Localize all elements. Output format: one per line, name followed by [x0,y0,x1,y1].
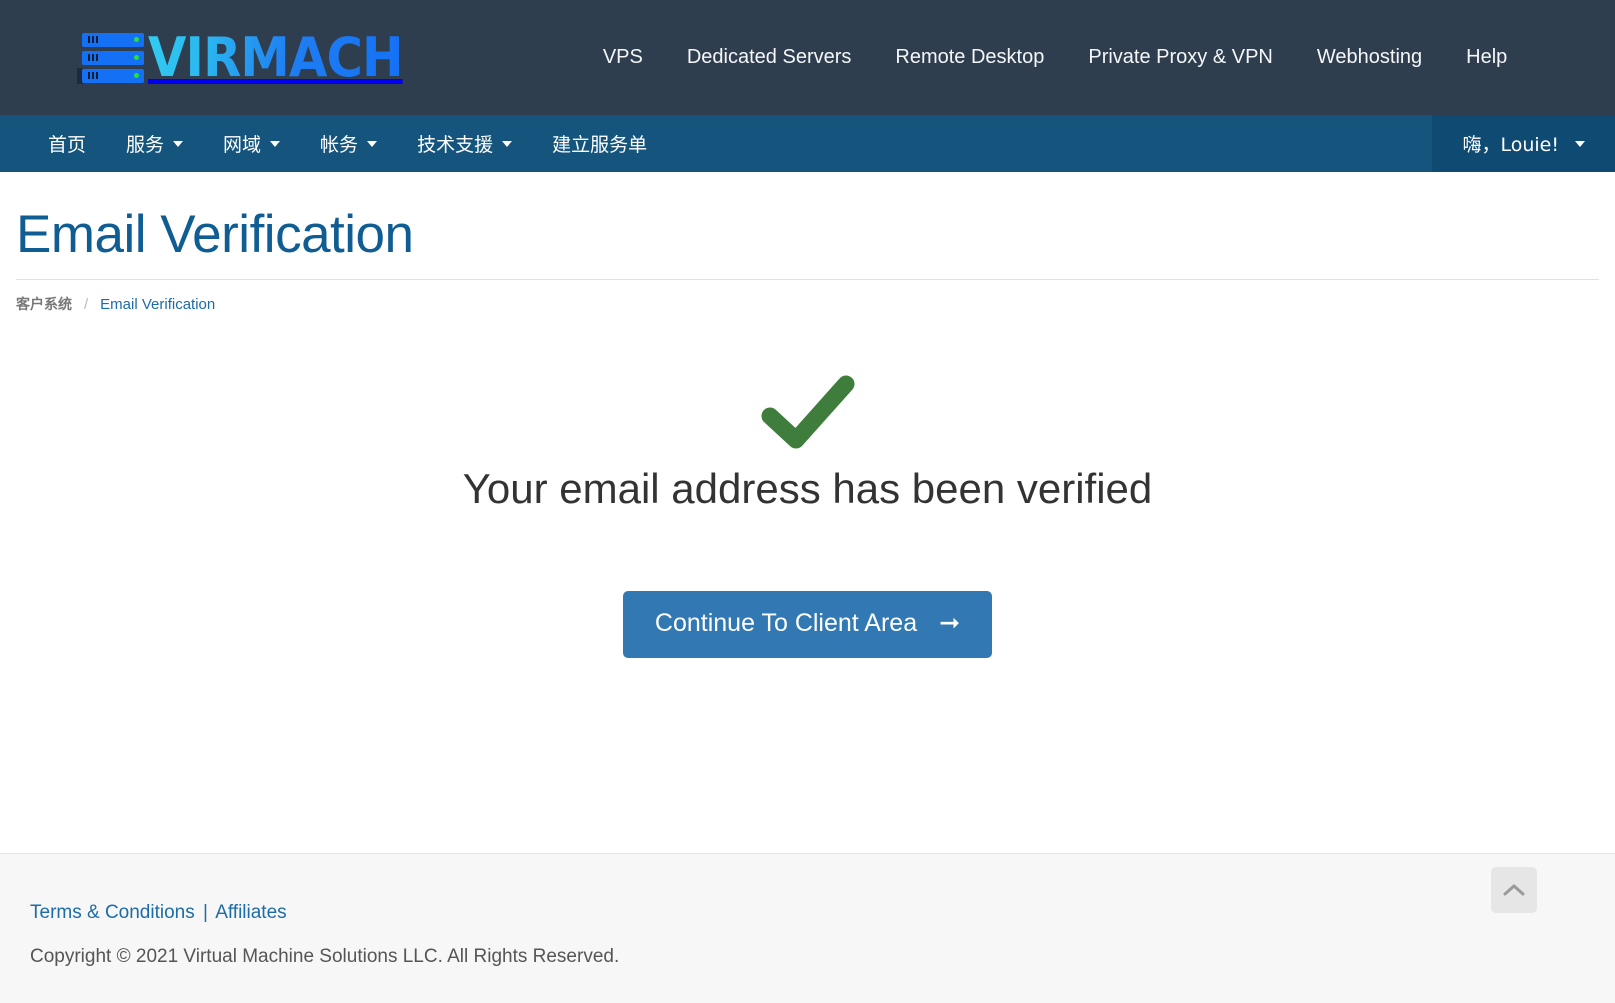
affiliates-link[interactable]: Affiliates [215,902,286,923]
footer-links: Terms & Conditions | Affiliates [30,902,1615,924]
nav-item-webhosting[interactable]: Webhosting [1317,46,1422,69]
terms-and-conditions-link[interactable]: Terms & Conditions [30,902,195,923]
nav-item-remote-desktop[interactable]: Remote Desktop [895,46,1044,69]
site-header: VIRMACH VPS Dedicated Servers Remote Des… [0,0,1615,115]
verification-result: Your email address has been verified Con… [16,322,1599,658]
nav-item-dedicated-servers[interactable]: Dedicated Servers [687,46,852,69]
title-divider [16,279,1599,280]
verification-message: Your email address has been verified [462,465,1153,512]
breadcrumb: 客户系统 / Email Verification [16,294,1599,322]
copyright-text: Copyright © 2021 Virtual Machine Solutio… [30,946,620,967]
scroll-to-top-button[interactable] [1491,867,1537,913]
client-area-nav: 首页 服务 网域 帐务 技术支援 建立服务单 嗨，Louie! [0,115,1615,172]
breadcrumb-root: 客户系统 [16,297,72,313]
primary-nav: VPS Dedicated Servers Remote Desktop Pri… [603,46,1507,69]
page-title: Email Verification [16,205,414,264]
subnav-item-label: 首页 [48,134,87,156]
breadcrumb-current[interactable]: Email Verification [100,296,215,313]
user-greeting-label: 嗨，Louie! [1462,134,1559,156]
chevron-down-icon [270,140,281,147]
cta-container: Continue To Client Area ➞ [16,591,1599,658]
chevron-down-icon [173,140,184,147]
logo-text: VIRMACH [148,25,404,89]
chevron-down-icon [502,140,513,147]
subnav-item-label: 技术支援 [417,134,494,156]
subnav-item-home[interactable]: 首页 [28,115,106,172]
subnav-item-billing[interactable]: 帐务 [300,115,397,172]
continue-button-label: Continue To Client Area [654,609,918,637]
subnav-item-domains[interactable]: 网域 [203,115,300,172]
nav-item-help[interactable]: Help [1466,46,1507,69]
server-rack-icon [77,32,144,84]
site-logo[interactable]: VIRMACH [77,25,425,89]
chevron-down-icon [367,140,378,147]
subnav-item-label: 建立服务单 [552,134,648,156]
client-area-nav-items: 首页 服务 网域 帐务 技术支援 建立服务单 [28,115,667,172]
arrow-right-icon: ➞ [939,609,961,637]
subnav-item-label: 帐务 [320,134,359,156]
continue-to-client-area-button[interactable]: Continue To Client Area ➞ [622,591,993,658]
nav-item-vps[interactable]: VPS [603,46,643,69]
green-checkmark-icon [760,374,856,457]
chevron-up-icon [1503,884,1525,896]
site-footer: Terms & Conditions | Affiliates Copyrigh… [0,853,1615,1003]
subnav-item-label: 服务 [126,134,165,156]
nav-item-private-proxy-vpn[interactable]: Private Proxy & VPN [1088,46,1273,69]
breadcrumb-separator: / [84,295,89,313]
subnav-item-open-ticket[interactable]: 建立服务单 [532,115,667,172]
footer-link-separator: | [203,902,208,923]
subnav-item-services[interactable]: 服务 [106,115,203,172]
subnav-item-support[interactable]: 技术支援 [397,115,532,172]
user-account-menu[interactable]: 嗨，Louie! [1432,115,1615,172]
subnav-item-label: 网域 [223,134,262,156]
chevron-down-icon [1575,140,1585,147]
page-body: Email Verification 客户系统 / Email Verifica… [0,172,1615,658]
